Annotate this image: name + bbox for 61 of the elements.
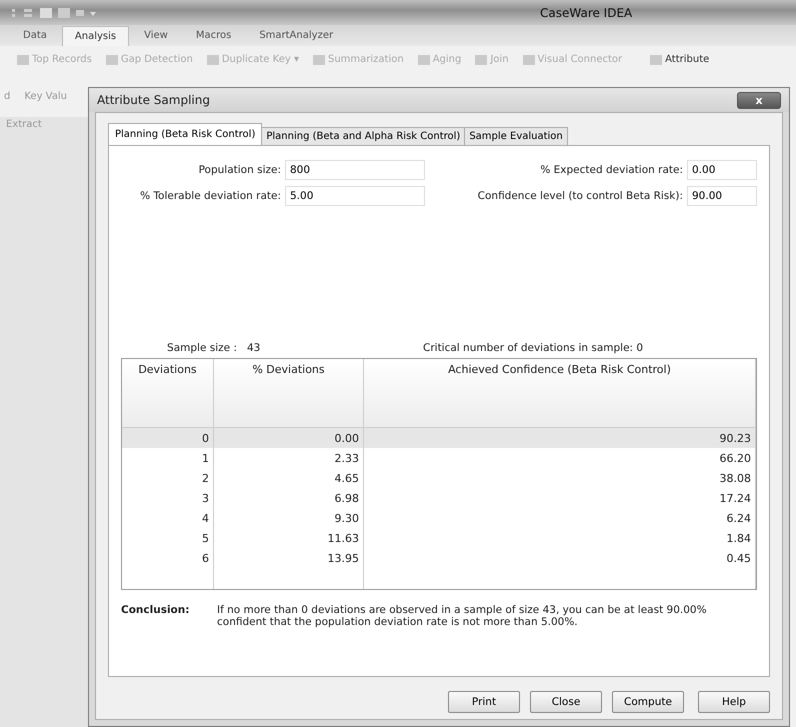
conclusion-label: Conclusion: [121, 604, 190, 618]
conclusion-text: If no more than 0 deviations are observed in a sample of size 43, you can be at least 90.00% confident that the population deviation rate is not more than 5.00%. [217, 604, 708, 628]
table-cell: 6 [122, 548, 214, 568]
table-cell: 0.45 [364, 548, 756, 568]
table-cell: 5 [122, 528, 214, 548]
table-cell: 3 [122, 488, 214, 508]
dialog-button[interactable]: Compute [612, 691, 684, 713]
table-row[interactable]: 6 13.95 0.45 [122, 548, 756, 568]
table-cell: 9.30 [214, 508, 364, 528]
window-close-button[interactable]: x [737, 92, 781, 108]
critical-deviations-text: Critical number of deviations in sample: 0 [423, 342, 644, 354]
ribbon-tab[interactable]: Macros [182, 25, 244, 46]
table-row[interactable]: 3 6.98 17.24 [122, 488, 756, 508]
table-cell: 11.63 [214, 528, 364, 548]
table-cell: 1.84 [364, 528, 756, 548]
column-header: Deviations [122, 359, 214, 427]
table-cell: 2 [122, 468, 214, 488]
ribbon-button[interactable]: Attribute [647, 54, 712, 66]
table-row[interactable]: 0 0.00 90.23 [122, 428, 756, 448]
table-cell: 13.95 [214, 548, 364, 568]
tab[interactable]: Planning (Beta and Alpha Risk Control) [261, 127, 466, 145]
input-field[interactable]: 5.00 [285, 186, 425, 206]
tab[interactable]: Planning (Beta Risk Control) [108, 123, 262, 145]
input-field[interactable]: 0.00 [687, 160, 757, 180]
table-cell: 4.65 [214, 468, 364, 488]
ribbon-tab[interactable]: Analysis [62, 26, 130, 46]
table-row[interactable]: 2 4.65 38.08 [122, 468, 756, 488]
table-cell: 6.98 [214, 488, 364, 508]
table-cell: 0 [122, 428, 214, 448]
table-cell: 1 [122, 448, 214, 468]
dialog-title: Attribute Sampling [97, 93, 210, 107]
sample-size-value: 43 [247, 342, 262, 354]
table-row[interactable]: 1 2.33 66.20 [122, 448, 756, 468]
field-label: Confidence level (to control Beta Risk): [476, 190, 683, 202]
column-header: % Deviations [214, 359, 364, 427]
dialog-button[interactable]: Close [530, 691, 602, 713]
field-label: % Expected deviation rate: [539, 164, 683, 176]
column-header: Achieved Confidence (Beta Risk Control) [364, 359, 756, 427]
table-cell: 4 [122, 508, 214, 528]
table-cell: 6.24 [364, 508, 756, 528]
table-cell: 66.20 [364, 448, 756, 468]
window-title: CaseWare IDEA [540, 6, 632, 20]
table-cell: 2.33 [214, 448, 364, 468]
sample-size-label: Sample size : [166, 342, 237, 354]
ribbon-tab[interactable]: Data [10, 25, 60, 46]
table-cell: 90.23 [364, 428, 756, 448]
input-field[interactable]: 90.00 [687, 186, 757, 206]
table-cell: 0.00 [214, 428, 364, 448]
field-label: % Tolerable deviation rate: [139, 190, 281, 202]
ribbon-tab[interactable]: View [131, 25, 181, 46]
dialog-button[interactable]: Help [698, 691, 770, 713]
table-cell: 17.24 [364, 488, 756, 508]
ribbon-tab[interactable]: SmartAnalyzer [246, 25, 346, 46]
tab[interactable]: Sample Evaluation [464, 127, 568, 145]
table-cell: 38.08 [364, 468, 756, 488]
group-label: Extract [5, 118, 43, 132]
field-label: Population size: [198, 164, 281, 176]
dialog-button[interactable]: Print [448, 691, 520, 713]
table-row[interactable]: 4 9.30 6.24 [122, 508, 756, 528]
input-field[interactable]: 800 [285, 160, 425, 180]
table-row[interactable]: 5 11.63 1.84 [122, 528, 756, 548]
